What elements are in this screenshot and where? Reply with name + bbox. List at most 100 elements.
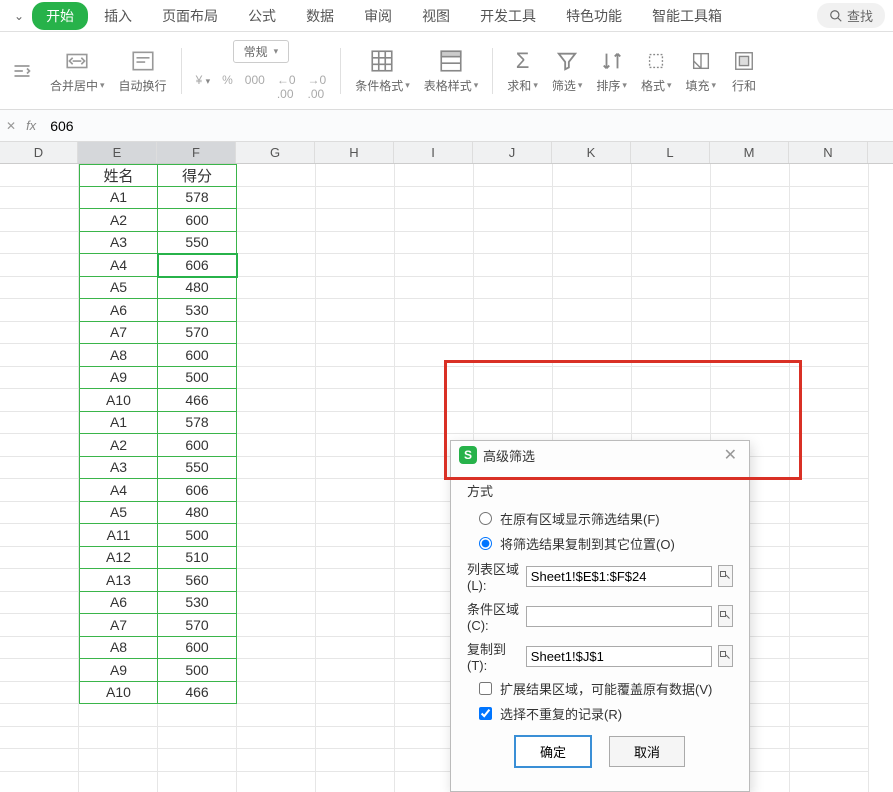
table-cell[interactable]: 560 bbox=[158, 569, 237, 592]
grid-cell[interactable] bbox=[395, 344, 474, 367]
table-cell[interactable]: 570 bbox=[158, 614, 237, 637]
grid-cell[interactable] bbox=[632, 209, 711, 232]
grid-cell[interactable] bbox=[711, 164, 790, 187]
grid-cell[interactable] bbox=[237, 614, 316, 637]
grid-cell[interactable] bbox=[316, 344, 395, 367]
table-cell[interactable]: 600 bbox=[158, 637, 237, 660]
grid-cell[interactable] bbox=[237, 704, 316, 727]
grid-cell[interactable] bbox=[0, 434, 79, 457]
grid-cell[interactable] bbox=[711, 254, 790, 277]
copy-to-input[interactable] bbox=[526, 646, 712, 667]
grid-cell[interactable] bbox=[158, 772, 237, 792]
tab-dev-tools[interactable]: 开发工具 bbox=[466, 2, 550, 30]
grid-cell[interactable] bbox=[0, 254, 79, 277]
grid-cell[interactable] bbox=[632, 344, 711, 367]
sum-group[interactable]: Σ 求和▾ bbox=[507, 47, 538, 94]
grid-cell[interactable] bbox=[0, 344, 79, 367]
grid-cell[interactable] bbox=[237, 772, 316, 792]
grid-cell[interactable] bbox=[0, 232, 79, 255]
grid-cell[interactable] bbox=[790, 659, 869, 682]
dialog-titlebar[interactable]: S 高级筛选 ✕ bbox=[451, 441, 749, 469]
grid-cell[interactable] bbox=[474, 412, 553, 435]
grid-cell[interactable] bbox=[632, 277, 711, 300]
grid-cell[interactable] bbox=[553, 254, 632, 277]
grid-cell[interactable] bbox=[790, 187, 869, 210]
grid-cell[interactable] bbox=[0, 412, 79, 435]
table-cell[interactable]: 600 bbox=[158, 209, 237, 232]
grid-cell[interactable] bbox=[0, 367, 79, 390]
grid-cell[interactable] bbox=[237, 547, 316, 570]
table-cell[interactable]: 550 bbox=[158, 457, 237, 480]
column-header-d[interactable]: D bbox=[0, 142, 78, 163]
decimal-decrease-button[interactable]: →0.00 bbox=[308, 73, 327, 101]
table-cell[interactable]: A7 bbox=[79, 614, 158, 637]
table-cell[interactable]: 510 bbox=[158, 547, 237, 570]
decimal-increase-button[interactable]: ←0.00 bbox=[277, 73, 296, 101]
table-cell[interactable]: 500 bbox=[158, 524, 237, 547]
grid-cell[interactable] bbox=[790, 299, 869, 322]
auto-wrap-group[interactable]: 自动换行 bbox=[119, 47, 167, 94]
column-header-e[interactable]: E bbox=[78, 142, 157, 163]
grid-cell[interactable] bbox=[553, 164, 632, 187]
table-cell[interactable]: A5 bbox=[79, 277, 158, 300]
grid-cell[interactable] bbox=[395, 299, 474, 322]
grid-cell[interactable] bbox=[0, 389, 79, 412]
grid-cell[interactable] bbox=[316, 659, 395, 682]
grid-cell[interactable] bbox=[474, 254, 553, 277]
copy-to-picker-button[interactable] bbox=[718, 645, 733, 667]
grid-cell[interactable] bbox=[632, 299, 711, 322]
table-cell[interactable]: 500 bbox=[158, 659, 237, 682]
grid-cell[interactable] bbox=[316, 367, 395, 390]
grid-cell[interactable] bbox=[0, 569, 79, 592]
grid-cell[interactable] bbox=[790, 457, 869, 480]
grid-cell[interactable] bbox=[237, 299, 316, 322]
grid-cell[interactable] bbox=[553, 187, 632, 210]
table-cell[interactable]: 578 bbox=[158, 412, 237, 435]
table-cell[interactable]: A11 bbox=[79, 524, 158, 547]
grid-cell[interactable] bbox=[316, 209, 395, 232]
grid-cell[interactable] bbox=[316, 254, 395, 277]
indent-decrease-icon[interactable] bbox=[8, 57, 36, 85]
extend-results-checkbox-row[interactable]: 扩展结果区域，可能覆盖原有数据(V) bbox=[467, 676, 733, 701]
grid-cell[interactable] bbox=[790, 367, 869, 390]
grid-cell[interactable] bbox=[790, 389, 869, 412]
grid-cell[interactable] bbox=[237, 367, 316, 390]
ok-button[interactable]: 确定 bbox=[515, 736, 591, 767]
grid-cell[interactable] bbox=[711, 367, 790, 390]
grid-cell[interactable] bbox=[711, 412, 790, 435]
grid-cell[interactable] bbox=[790, 277, 869, 300]
grid-cell[interactable] bbox=[0, 659, 79, 682]
grid-cell[interactable] bbox=[0, 637, 79, 660]
grid-cell[interactable] bbox=[316, 682, 395, 705]
grid-cell[interactable] bbox=[711, 187, 790, 210]
grid-cell[interactable] bbox=[790, 479, 869, 502]
grid-cell[interactable] bbox=[316, 704, 395, 727]
grid-cell[interactable] bbox=[395, 209, 474, 232]
table-cell[interactable]: A4 bbox=[79, 254, 158, 277]
grid-cell[interactable] bbox=[790, 434, 869, 457]
tab-start[interactable]: 开始 bbox=[32, 2, 88, 30]
table-cell[interactable]: A7 bbox=[79, 322, 158, 345]
grid-cell[interactable] bbox=[790, 772, 869, 792]
tab-page-layout[interactable]: 页面布局 bbox=[148, 2, 232, 30]
grid-cell[interactable] bbox=[237, 749, 316, 772]
grid-cell[interactable] bbox=[553, 277, 632, 300]
grid-cell[interactable] bbox=[316, 569, 395, 592]
tab-data[interactable]: 数据 bbox=[292, 2, 348, 30]
grid-cell[interactable] bbox=[237, 164, 316, 187]
grid-cell[interactable] bbox=[237, 524, 316, 547]
grid-cell[interactable] bbox=[237, 344, 316, 367]
grid-cell[interactable] bbox=[0, 749, 79, 772]
table-cell[interactable]: A2 bbox=[79, 209, 158, 232]
table-cell[interactable]: 480 bbox=[158, 277, 237, 300]
grid-cell[interactable] bbox=[553, 322, 632, 345]
grid-cell[interactable] bbox=[474, 209, 553, 232]
table-cell[interactable]: 606 bbox=[158, 479, 237, 502]
table-cell[interactable]: 得分 bbox=[158, 164, 237, 187]
ribbon-dropdown-icon[interactable]: ⌄ bbox=[8, 9, 30, 23]
grid-cell[interactable] bbox=[316, 772, 395, 792]
list-range-input[interactable] bbox=[526, 566, 712, 587]
fx-label[interactable]: fx bbox=[16, 118, 46, 133]
grid-cell[interactable] bbox=[711, 322, 790, 345]
grid-cell[interactable] bbox=[237, 479, 316, 502]
